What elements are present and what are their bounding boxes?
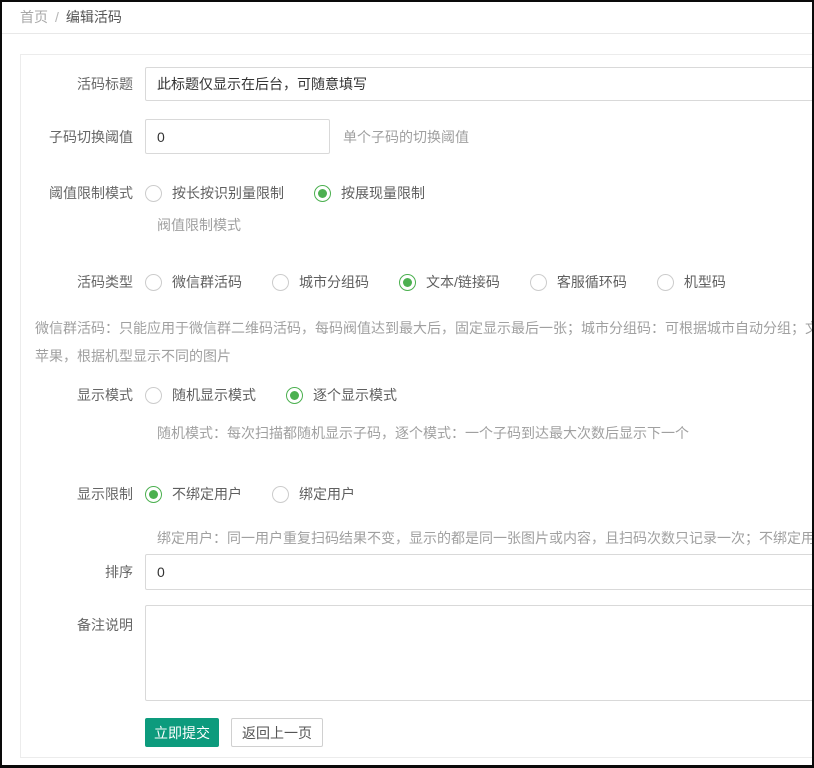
form-row-display-limit: 显示限制 不绑定用户 绑定用户 — [21, 484, 812, 504]
threshold-label: 子码切换阈值 — [49, 128, 133, 145]
radio-selected-icon — [145, 485, 162, 503]
edit-form-panel: 活码标题 子码切换阈值 单个子码的切换阈值 阈值限制模式 按长按识别量限制 按展现… — [20, 54, 814, 758]
radio-unselected-icon — [145, 273, 162, 291]
remark-label: 备注说明 — [77, 617, 133, 633]
display-mode-hint: 随机模式：每次扫描都随机显示子码，逐个模式：一个子码到达最大次数后显示下一个 — [157, 425, 689, 441]
form-row-sort: 排序 — [21, 554, 812, 590]
sort-label: 排序 — [105, 564, 133, 580]
radio-selected-icon — [399, 273, 416, 291]
radio-option-label: 微信群活码 — [172, 274, 242, 290]
code-type-hint-line1: 微信群活码：只能应用于微信群二维码活码，每码阀值达到最大后，固定显示最后一张；城… — [35, 320, 812, 336]
threshold-hint: 单个子码的切换阈值 — [343, 128, 469, 145]
radio-option[interactable]: 按长按识别量限制 — [145, 183, 284, 203]
form-row-remark: 备注说明 — [21, 605, 812, 701]
app-window: 首页 / 编辑活码 活码标题 子码切换阈值 单个子码的切换阈值 阈值限制模式 按长按… — [0, 0, 814, 768]
edit-form: 活码标题 子码切换阈值 单个子码的切换阈值 阈值限制模式 按长按识别量限制 按展现… — [21, 55, 814, 747]
radio-option[interactable]: 微信群活码 — [145, 272, 242, 292]
radio-unselected-icon — [272, 273, 289, 291]
radio-selected-icon — [286, 386, 303, 404]
radio-option[interactable]: 机型码 — [656, 272, 726, 292]
radio-option-label: 不绑定用户 — [172, 486, 242, 502]
radio-option-label: 城市分组码 — [299, 274, 369, 290]
display-limit-hint: 绑定用户：同一用户重复扫码结果不变，显示的都是同一张图片或内容，且扫码次数只记录… — [157, 530, 814, 546]
threshold-mode-radio-group: 按长按识别量限制 按展现量限制 — [145, 183, 455, 203]
code-type-radio-group: 微信群活码 城市分组码 文本/链接码 客服循环码 机型码 — [145, 272, 756, 292]
radio-unselected-icon — [656, 273, 674, 291]
radio-option-label: 机型码 — [683, 274, 726, 290]
radio-option-label: 按展现量限制 — [341, 185, 425, 201]
radio-unselected-icon — [145, 184, 162, 202]
radio-unselected-icon — [272, 485, 289, 503]
form-row-threshold-mode: 阈值限制模式 按长按识别量限制 按展现量限制 — [21, 183, 812, 203]
display-limit-radio-group: 不绑定用户 绑定用户 — [145, 484, 385, 504]
title-input[interactable] — [145, 67, 812, 101]
threshold-mode-label: 阈值限制模式 — [49, 185, 133, 201]
radio-option-label: 绑定用户 — [299, 486, 355, 502]
breadcrumb: 首页 / 编辑活码 — [2, 2, 812, 34]
radio-unselected-icon — [145, 386, 162, 404]
radio-option-label: 逐个显示模式 — [313, 387, 397, 403]
breadcrumb-home-link[interactable]: 首页 — [20, 9, 48, 25]
code-type-hint: 微信群活码：只能应用于微信群二维码活码，每码阀值达到最大后，固定显示最后一张；城… — [35, 314, 812, 370]
code-type-label: 活码类型 — [77, 274, 133, 290]
display-mode-radio-group: 随机显示模式 逐个显示模式 — [145, 385, 427, 405]
radio-selected-icon — [314, 184, 331, 202]
form-row-display-mode: 显示模式 随机显示模式 逐个显示模式 — [21, 385, 812, 405]
radio-option[interactable]: 逐个显示模式 — [286, 385, 397, 405]
radio-option[interactable]: 不绑定用户 — [145, 484, 242, 504]
radio-option-label: 按长按识别量限制 — [172, 185, 284, 201]
threshold-input[interactable] — [145, 119, 330, 154]
threshold-mode-hint: 阀值限制模式 — [157, 217, 241, 233]
breadcrumb-current: 编辑活码 — [65, 9, 122, 25]
radio-unselected-icon — [529, 273, 547, 291]
back-button[interactable]: 返回上一页 — [231, 718, 323, 747]
display-mode-label: 显示模式 — [77, 387, 133, 403]
breadcrumb-separator: / — [55, 9, 59, 25]
radio-option-label: 随机显示模式 — [172, 387, 256, 403]
remark-textarea[interactable] — [145, 605, 812, 701]
radio-option[interactable]: 按展现量限制 — [314, 183, 425, 203]
radio-option[interactable]: 随机显示模式 — [145, 385, 256, 405]
form-actions: 立即提交 返回上一页 — [145, 718, 812, 747]
radio-option[interactable]: 绑定用户 — [272, 484, 355, 504]
form-row-code-type: 活码类型 微信群活码 城市分组码 文本/链接码 客服循环码 机型码 — [21, 272, 812, 292]
form-row-threshold: 子码切换阈值 单个子码的切换阈值 — [21, 119, 812, 154]
radio-option[interactable]: 城市分组码 — [272, 272, 369, 292]
radio-option[interactable]: 客服循环码 — [529, 272, 627, 292]
code-type-hint-line2: 苹果，根据机型显示不同的图片 — [35, 348, 231, 364]
radio-option-label: 客服循环码 — [556, 274, 627, 290]
radio-option[interactable]: 文本/链接码 — [399, 272, 500, 292]
submit-button[interactable]: 立即提交 — [145, 718, 219, 747]
title-label: 活码标题 — [77, 76, 133, 92]
sort-input[interactable] — [145, 554, 812, 590]
display-limit-label: 显示限制 — [77, 486, 133, 502]
form-row-title: 活码标题 — [21, 67, 812, 101]
radio-option-label: 文本/链接码 — [426, 274, 500, 290]
